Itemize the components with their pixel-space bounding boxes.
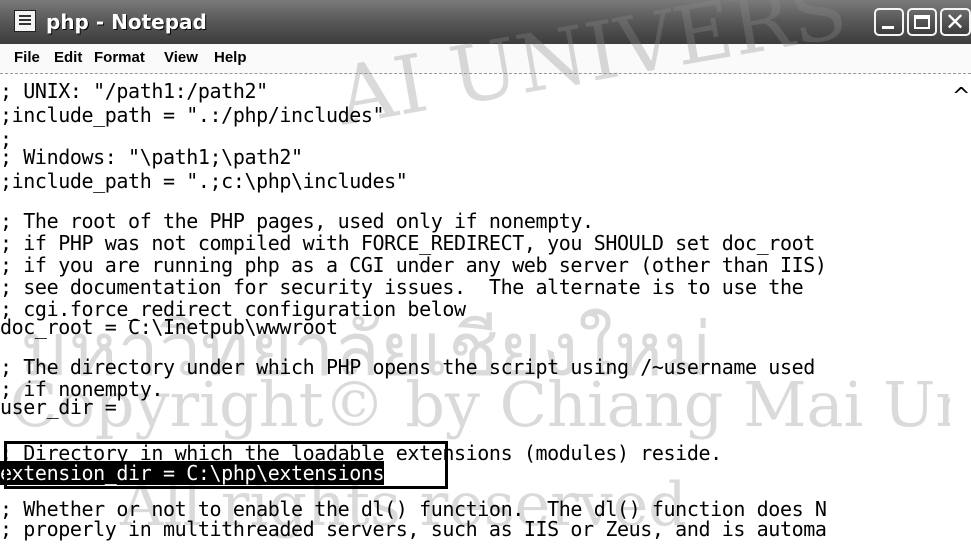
editor-line: ;include_path = ".:/php/includes" (0, 103, 385, 127)
menu-file[interactable]: File (14, 49, 40, 66)
menu-edit[interactable]: Edit (54, 49, 82, 66)
close-button[interactable]: ✕ (940, 8, 971, 36)
scroll-up-icon[interactable]: ^ (952, 86, 970, 108)
vertical-scrollbar[interactable]: ^ (950, 76, 971, 544)
title-bar[interactable]: php - Notepad ✕ (0, 0, 971, 44)
menu-format[interactable]: Format (94, 49, 145, 66)
editor-line: user_dir = (0, 395, 117, 419)
maximize-icon (914, 15, 930, 29)
editor-line: ;include_path = ".;c:\php\includes" (0, 169, 408, 193)
menu-help[interactable]: Help (214, 49, 247, 66)
editor-line: doc_root = C:\Inetpub\wwwroot (0, 315, 338, 339)
highlight-box (4, 441, 448, 489)
window-title: php - Notepad (46, 10, 207, 34)
notepad-icon (14, 10, 36, 32)
menu-bar: File Edit Format View Help (0, 44, 971, 74)
editor-line: ; UNIX: "/path1:/path2" (0, 79, 268, 103)
minimize-icon (882, 26, 894, 29)
minimize-button[interactable] (874, 8, 904, 36)
close-icon: ✕ (945, 8, 966, 36)
editor-line: ; properly in multithreaded servers, suc… (0, 517, 827, 541)
editor-line: ; Windows: "\path1;\path2" (0, 145, 303, 169)
maximize-button[interactable] (907, 8, 937, 36)
menu-view[interactable]: View (164, 49, 198, 66)
